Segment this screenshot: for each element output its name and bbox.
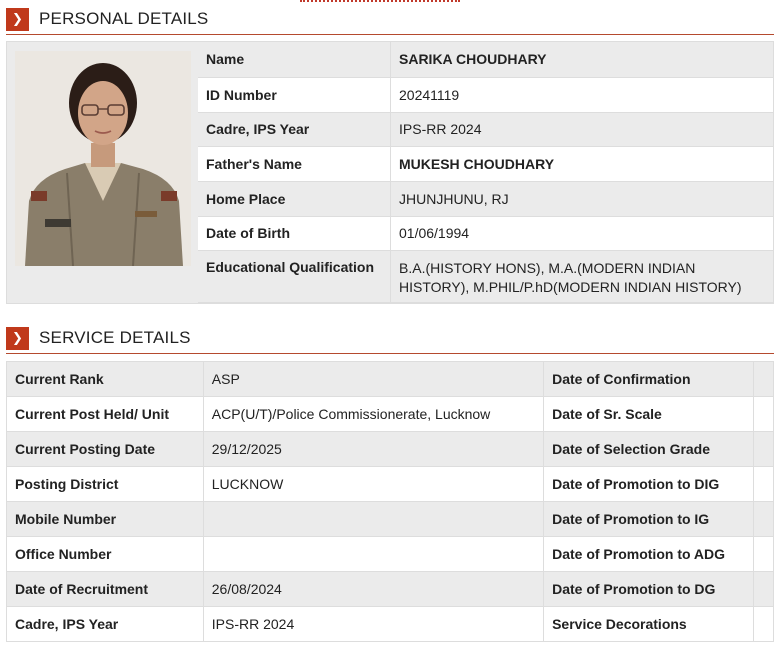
date-of-selection-grade-label: Date of Selection Grade <box>543 431 754 467</box>
table-row: Current Posting Date 29/12/2025 Date of … <box>6 431 775 467</box>
current-posting-date-label: Current Posting Date <box>6 431 204 467</box>
date-of-confirmation-label: Date of Confirmation <box>543 361 754 397</box>
service-cadre-value: IPS-RR 2024 <box>203 606 545 642</box>
table-row: Mobile Number Date of Promotion to IG <box>6 501 775 537</box>
mobile-number-label: Mobile Number <box>6 501 204 537</box>
promotion-dg-label: Date of Promotion to DG <box>543 571 754 607</box>
table-row: Father's Name MUKESH CHOUDHARY <box>198 146 773 182</box>
name-label: Name <box>198 42 391 78</box>
posting-district-label: Posting District <box>6 466 204 502</box>
promotion-ig-label: Date of Promotion to IG <box>543 501 754 537</box>
office-number-value <box>203 536 545 572</box>
current-rank-value: ASP <box>203 361 545 397</box>
current-posting-date-value: 29/12/2025 <box>203 431 545 467</box>
personal-details-header: ❯ PERSONAL DETAILS <box>6 6 774 35</box>
service-details-table: Current Rank ASP Date of Confirmation Cu… <box>6 361 775 642</box>
name-value: SARIKA CHOUDHARY <box>390 42 773 78</box>
promotion-ig-value <box>753 501 775 537</box>
personal-details-table: Name SARIKA CHOUDHARY ID Number 20241119… <box>198 42 773 303</box>
promotion-adg-label: Date of Promotion to ADG <box>543 536 754 572</box>
fathers-name-value: MUKESH CHOUDHARY <box>390 146 773 182</box>
table-row: Name SARIKA CHOUDHARY <box>198 42 773 78</box>
home-place-value: JHUNJHUNU, RJ <box>390 181 773 217</box>
top-decorative-line <box>300 0 460 4</box>
date-of-confirmation-value <box>753 361 775 397</box>
promotion-adg-value <box>753 536 775 572</box>
personal-details-panel: Name SARIKA CHOUDHARY ID Number 20241119… <box>6 41 774 304</box>
table-row: Cadre, IPS Year IPS-RR 2024 Service Deco… <box>6 606 775 642</box>
current-post-label: Current Post Held/ Unit <box>6 396 204 432</box>
chevron-right-icon: ❯ <box>6 8 29 31</box>
service-decorations-value <box>753 606 775 642</box>
dob-label: Date of Birth <box>198 216 391 251</box>
date-of-sr-scale-label: Date of Sr. Scale <box>543 396 754 432</box>
table-row: Home Place JHUNJHUNU, RJ <box>198 181 773 217</box>
service-decorations-label: Service Decorations <box>543 606 754 642</box>
table-row: Cadre, IPS Year IPS-RR 2024 <box>198 112 773 147</box>
table-row: Office Number Date of Promotion to ADG <box>6 536 775 572</box>
service-cadre-label: Cadre, IPS Year <box>6 606 204 642</box>
home-place-label: Home Place <box>198 181 391 217</box>
promotion-dg-value <box>753 571 775 607</box>
education-value: B.A.(HISTORY HONS), M.A.(MODERN INDIAN H… <box>390 250 773 303</box>
promotion-dig-value <box>753 466 775 502</box>
date-of-recruitment-label: Date of Recruitment <box>6 571 204 607</box>
dob-value: 01/06/1994 <box>390 216 773 251</box>
table-row: Posting District LUCKNOW Date of Promoti… <box>6 466 775 502</box>
personal-details-title: PERSONAL DETAILS <box>39 9 209 28</box>
posting-district-value: LUCKNOW <box>203 466 545 502</box>
service-details-header: ❯ SERVICE DETAILS <box>6 325 774 354</box>
id-number-label: ID Number <box>198 77 391 113</box>
id-number-value: 20241119 <box>390 77 773 113</box>
table-row: Current Rank ASP Date of Confirmation <box>6 361 775 397</box>
current-rank-label: Current Rank <box>6 361 204 397</box>
date-of-sr-scale-value <box>753 396 775 432</box>
cadre-label: Cadre, IPS Year <box>198 112 391 147</box>
mobile-number-value <box>203 501 545 537</box>
photo-cell <box>7 42 199 303</box>
cadre-value: IPS-RR 2024 <box>390 112 773 147</box>
chevron-right-icon: ❯ <box>6 327 29 350</box>
table-row: Date of Birth 01/06/1994 <box>198 216 773 251</box>
education-label: Educational Qualification <box>198 250 391 303</box>
table-row: Current Post Held/ Unit ACP(U/T)/Police … <box>6 396 775 432</box>
date-of-recruitment-value: 26/08/2024 <box>203 571 545 607</box>
current-post-value: ACP(U/T)/Police Commissionerate, Lucknow <box>203 396 545 432</box>
service-details-title: SERVICE DETAILS <box>39 328 191 347</box>
table-row: ID Number 20241119 <box>198 77 773 113</box>
date-of-selection-grade-value <box>753 431 775 467</box>
fathers-name-label: Father's Name <box>198 146 391 182</box>
table-row: Date of Recruitment 26/08/2024 Date of P… <box>6 571 775 607</box>
promotion-dig-label: Date of Promotion to DIG <box>543 466 754 502</box>
officer-photo <box>15 51 191 266</box>
table-row: Educational Qualification B.A.(HISTORY H… <box>198 250 773 303</box>
office-number-label: Office Number <box>6 536 204 572</box>
